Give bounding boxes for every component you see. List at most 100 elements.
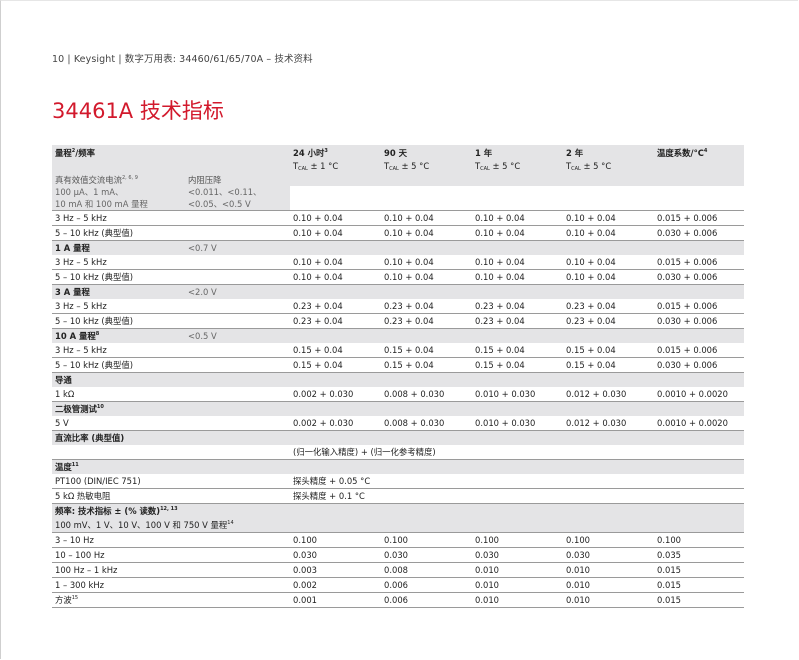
table-cell: 0.030 — [563, 547, 655, 563]
table-cell: 0.10 + 0.04 — [381, 269, 473, 285]
row-label: 1 kΩ — [52, 387, 291, 402]
tcal-condition: TCAL ± 5 °C — [384, 161, 430, 172]
row-label: 10 – 100 Hz — [52, 547, 291, 563]
table-cell: 0.23 + 0.04 — [563, 313, 655, 329]
row-label: 100 Hz – 1 kHz — [52, 562, 291, 578]
table-cell: 0.0010 + 0.0020 — [654, 416, 745, 431]
page-title: 34461A 技术指标 — [52, 99, 224, 123]
table-cell: 0.010 + 0.030 — [472, 416, 564, 431]
col-24h-header: 24 小时3 TCAL ± 1 °C — [290, 145, 382, 174]
table-cell: 0.030 — [290, 547, 382, 563]
table-cell: 0.10 + 0.04 — [290, 210, 382, 226]
table-cell: 0.010 — [472, 592, 564, 608]
section-label: 二极管测试10 — [52, 401, 185, 416]
table-cell: 0.010 — [563, 562, 655, 578]
table-cell: 0.010 — [563, 577, 655, 593]
frequency-section-row: 频率: 技术指标 ± (% 读数)12, 13 100 mV、1 V、10 V、1… — [52, 503, 745, 533]
table-cell: 0.030 — [381, 547, 473, 563]
burden-value — [185, 401, 291, 416]
table-cell: 0.10 + 0.04 — [472, 210, 564, 226]
tcal-condition: TCAL ± 5 °C — [566, 161, 612, 172]
table-row: 3 – 10 Hz 0.100 0.100 0.100 0.100 0.100 — [52, 532, 745, 548]
table-cell: 0.15 + 0.04 — [290, 343, 382, 358]
table-cell: 0.10 + 0.04 — [381, 210, 473, 226]
table-row: 10 – 100 Hz 0.030 0.030 0.030 0.030 0.035 — [52, 547, 745, 563]
table-cell: 0.015 — [654, 562, 745, 578]
table-row: 3 Hz – 5 kHz 0.10 + 0.04 0.10 + 0.04 0.10 +… — [52, 255, 745, 270]
table-cell: 0.002 + 0.030 — [290, 416, 382, 431]
table-row: 5 kΩ 热敏电阻 探头精度 + 0.1 °C — [52, 488, 745, 504]
table-cell: 0.23 + 0.04 — [290, 313, 382, 329]
table-row: 5 – 10 kHz (典型值) 0.23 + 0.04 0.23 + 0.04 0.… — [52, 313, 745, 329]
section-row: 10 A 量程8 <0.5 V — [52, 328, 745, 343]
section-row: 3 A 量程 <2.0 V — [52, 284, 745, 299]
table-cell: 0.100 — [381, 532, 473, 548]
section-label: 3 A 量程 — [52, 284, 185, 299]
tcal-condition: TCAL ± 1 °C — [293, 161, 339, 172]
table-cell: 0.100 — [563, 532, 655, 548]
burden-value: <0.5 V — [185, 328, 291, 343]
table-cell: 0.10 + 0.04 — [290, 225, 382, 241]
table-cell: 0.23 + 0.04 — [381, 299, 473, 314]
table-cell: 0.010 + 0.030 — [472, 387, 564, 402]
burden-value — [185, 372, 291, 387]
col-90d-header: 90 天 TCAL ± 5 °C — [381, 145, 473, 174]
ratio-note-row: (归一化输入精度) + (归一化参考精度) — [52, 445, 745, 460]
burden-label: 内阻压降 — [185, 174, 291, 186]
table-cell: 0.10 + 0.04 — [563, 210, 655, 226]
ac-current-subheader-row: 真有效值交流电流2, 6, 9 内阻压降 — [52, 174, 745, 186]
table-cell: 0.15 + 0.04 — [563, 357, 655, 373]
table-cell: 0.10 + 0.04 — [563, 255, 655, 270]
table-row: 3 Hz – 5 kHz 0.15 + 0.04 0.15 + 0.04 0.15 +… — [52, 343, 745, 358]
table-cell: 0.15 + 0.04 — [472, 357, 564, 373]
running-header: 10 | Keysight | 数字万用表: 34460/61/65/70A –… — [52, 54, 313, 65]
section-row: 直流比率 (典型值) — [52, 430, 745, 445]
section-row: 导通 — [52, 372, 745, 387]
col-2y-header: 2 年 TCAL ± 5 °C — [563, 145, 655, 174]
row-label: 3 – 10 Hz — [52, 532, 291, 548]
table-cell: 0.015 + 0.006 — [654, 255, 745, 270]
table-cell: 0.10 + 0.04 — [381, 255, 473, 270]
table-row: 3 Hz – 5 kHz 0.10 + 0.04 0.10 + 0.04 0.10 +… — [52, 210, 745, 226]
section-label: 导通 — [52, 372, 185, 387]
table-row: 5 – 10 kHz (典型值) 0.10 + 0.04 0.10 + 0.04 0.… — [52, 269, 745, 285]
row-label: 5 – 10 kHz (典型值) — [52, 357, 291, 373]
table-cell: 0.001 — [290, 592, 382, 608]
table-cell: 0.015 + 0.006 — [654, 210, 745, 226]
table-row: 5 – 10 kHz (典型值) 0.15 + 0.04 0.15 + 0.04 0.… — [52, 357, 745, 373]
table-cell: 0.030 + 0.006 — [654, 313, 745, 329]
table-cell: 0.006 — [381, 592, 473, 608]
table-cell: 探头精度 + 0.1 °C — [290, 488, 745, 504]
table-cell: 0.15 + 0.04 — [381, 357, 473, 373]
ac-current-label: 真有效值交流电流2, 6, 9 — [52, 174, 185, 186]
table-row: 5 – 10 kHz (典型值) 0.10 + 0.04 0.10 + 0.04 0.… — [52, 225, 745, 241]
row-label: 1 – 300 kHz — [52, 577, 291, 593]
table-cell: 0.010 — [563, 592, 655, 608]
table-cell: 0.100 — [290, 532, 382, 548]
table-cell: 0.15 + 0.04 — [290, 357, 382, 373]
table-cell: 0.10 + 0.04 — [290, 255, 382, 270]
small-ranges-label: 100 µA、1 mA、 10 mA 和 100 mA 量程 — [52, 186, 185, 211]
row-label: 方波15 — [52, 592, 291, 608]
section-label: 1 A 量程 — [52, 240, 185, 255]
table-cell: 0.002 — [290, 577, 382, 593]
small-ranges-row: 100 µA、1 mA、 10 mA 和 100 mA 量程 <0.011、<0.… — [52, 186, 745, 211]
range-frequency-header: 量程2/频率 — [52, 145, 291, 174]
table-row: 100 Hz – 1 kHz 0.003 0.008 0.010 0.010 0.015 — [52, 562, 745, 578]
table-cell: 0.15 + 0.04 — [381, 343, 473, 358]
row-label: 3 Hz – 5 kHz — [52, 343, 291, 358]
table-cell: 0.23 + 0.04 — [563, 299, 655, 314]
table-cell: 探头精度 + 0.05 °C — [290, 474, 745, 489]
col-1y-header: 1 年 TCAL ± 5 °C — [472, 145, 564, 174]
table-cell: 0.010 — [472, 562, 564, 578]
table-cell: 0.015 — [654, 592, 745, 608]
section-label: 10 A 量程8 — [52, 328, 185, 343]
table-cell: 0.23 + 0.04 — [472, 313, 564, 329]
small-ranges-burden: <0.011、<0.11、 <0.05、<0.5 V — [185, 186, 291, 211]
section-label: 直流比率 (典型值) — [52, 430, 185, 445]
ratio-note: (归一化输入精度) + (归一化参考精度) — [290, 445, 745, 460]
table-cell: 0.23 + 0.04 — [472, 299, 564, 314]
table-cell: 0.008 + 0.030 — [381, 416, 473, 431]
column-header-row: 量程2/频率 24 小时3 TCAL ± 1 °C 90 天 TCAL ± 5 °C… — [52, 145, 745, 174]
table-row: 3 Hz – 5 kHz 0.23 + 0.04 0.23 + 0.04 0.23 +… — [52, 299, 745, 314]
